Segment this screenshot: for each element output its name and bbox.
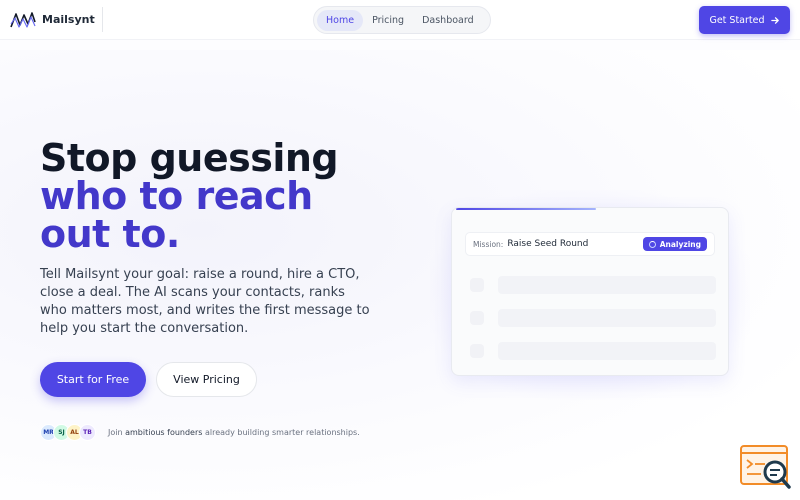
skeleton-row xyxy=(470,342,717,360)
headline-line-1: Stop guessing xyxy=(40,136,339,180)
social-text-highlight: ambitious founders xyxy=(125,428,203,437)
avatar-group: MR SJ AL TB xyxy=(40,424,96,441)
mission-label: Mission: xyxy=(473,239,504,249)
top-navbar: Mailsynt Home Pricing Dashboard Get Star… xyxy=(0,0,800,40)
spinner-icon xyxy=(648,240,656,248)
mission-value: Raise Seed Round xyxy=(507,239,589,249)
social-proof: MR SJ AL TB Join ambitious founders alre… xyxy=(40,424,360,441)
social-proof-text: Join ambitious founders already building… xyxy=(108,428,360,437)
headline-line-3: out to. xyxy=(40,212,180,256)
start-free-button[interactable]: Start for Free xyxy=(40,362,146,397)
skeleton-row xyxy=(470,309,717,327)
headline-line-2: who to reach xyxy=(40,174,313,218)
brand-logo[interactable]: Mailsynt xyxy=(10,10,95,29)
skeleton-bar xyxy=(498,309,716,327)
skeleton-bar xyxy=(498,342,716,360)
skeleton-avatar-icon xyxy=(470,344,484,358)
card-progress-accent xyxy=(456,208,596,210)
skeleton-row xyxy=(470,276,717,294)
hero-description: Tell Mailsynt your goal: raise a round, … xyxy=(40,267,370,336)
skeleton-avatar-icon xyxy=(470,278,484,292)
skeleton-avatar-icon xyxy=(470,311,484,325)
nav-divider xyxy=(102,7,103,32)
status-badge-label: Analyzing xyxy=(659,239,701,249)
arrow-right-icon xyxy=(770,16,779,24)
avatar: TB xyxy=(79,424,96,441)
status-badge: Analyzing xyxy=(642,237,707,251)
mission-row: Mission: Raise Seed Round Analyzing xyxy=(465,232,715,256)
hero-headline: Stop guessing who to reach out to. xyxy=(40,139,380,253)
nav-link-dashboard[interactable]: Dashboard xyxy=(413,10,483,31)
nav-link-home[interactable]: Home xyxy=(317,9,364,31)
social-text-suffix: already building smarter relationships. xyxy=(202,428,360,437)
get-started-button[interactable]: Get Started xyxy=(699,6,790,34)
nav-link-pricing[interactable]: Pricing xyxy=(363,10,413,31)
mission-preview-card: Mission: Raise Seed Round Analyzing xyxy=(451,207,729,376)
brand-name: Mailsynt xyxy=(42,13,95,26)
skeleton-bar xyxy=(498,276,716,294)
social-text-prefix: Join xyxy=(108,428,126,437)
view-pricing-button[interactable]: View Pricing xyxy=(156,362,257,397)
logo-icon xyxy=(10,12,36,28)
nav-links: Home Pricing Dashboard xyxy=(313,6,491,34)
get-started-label: Get Started xyxy=(709,14,765,26)
code-search-icon[interactable] xyxy=(739,444,791,490)
